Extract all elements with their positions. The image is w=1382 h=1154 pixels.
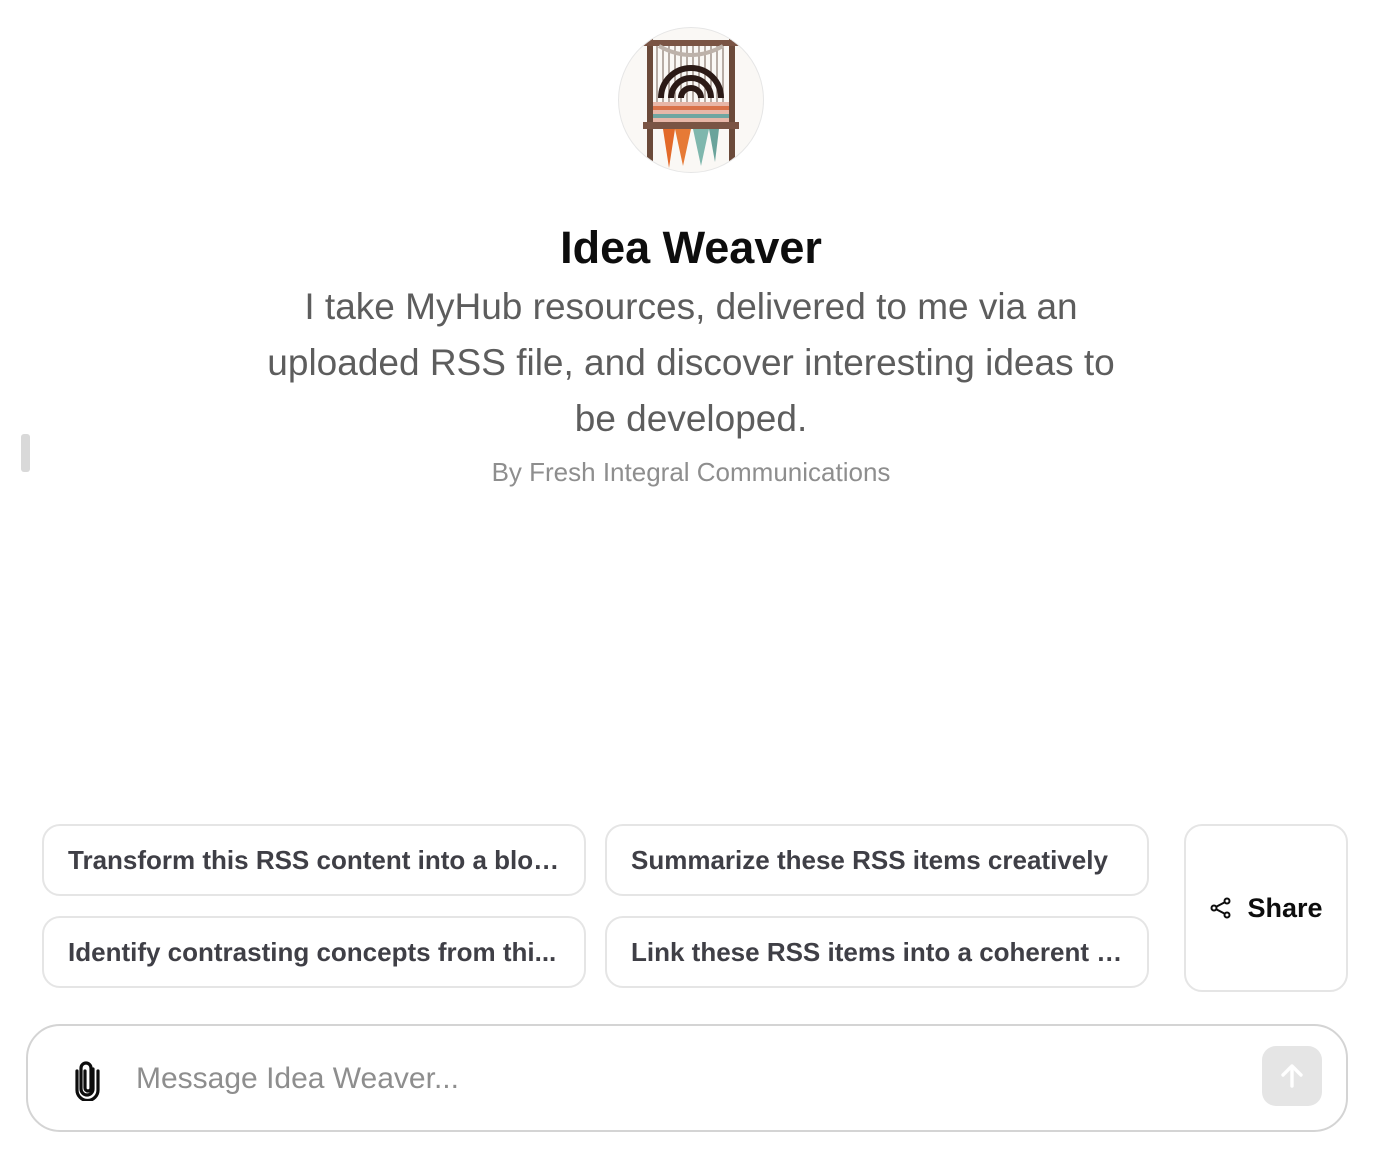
gpt-chat-page: Idea Weaver I take MyHub resources, deli… xyxy=(0,0,1382,1154)
loom-rss-logo-icon xyxy=(643,38,739,168)
gpt-title: Idea Weaver xyxy=(560,222,822,273)
send-button[interactable] xyxy=(1262,1046,1322,1106)
conversation-starter-button[interactable]: Identify contrasting concepts from thi..… xyxy=(42,916,586,988)
attach-file-button[interactable] xyxy=(68,1058,108,1102)
share-label: Share xyxy=(1247,892,1323,923)
conversation-starter-button[interactable]: Link these RSS items into a coherent b..… xyxy=(605,916,1149,988)
conversation-starter-label: Summarize these RSS items creatively xyxy=(631,844,1108,875)
gpt-author: By Fresh Integral Communications xyxy=(491,457,891,487)
gpt-intro: Idea Weaver I take MyHub resources, deli… xyxy=(0,27,1382,488)
share-icon xyxy=(1210,897,1231,919)
gpt-description: I take MyHub resources, delivered to me … xyxy=(267,286,1115,439)
arrow-up-icon xyxy=(1281,1064,1303,1088)
conversation-starter-button[interactable]: Summarize these RSS items creatively xyxy=(605,824,1149,896)
gpt-avatar xyxy=(618,27,764,173)
paperclip-icon xyxy=(75,1061,100,1101)
message-input[interactable] xyxy=(136,1052,1236,1106)
conversation-starter-label: Transform this RSS content into a blog..… xyxy=(68,844,560,875)
message-composer xyxy=(26,1024,1348,1132)
share-button[interactable]: Share xyxy=(1184,824,1348,992)
conversation-starter-label: Identify contrasting concepts from thi..… xyxy=(68,936,557,967)
conversation-starter-button[interactable]: Transform this RSS content into a blog..… xyxy=(42,824,586,896)
conversation-starter-label: Link these RSS items into a coherent b..… xyxy=(631,936,1123,967)
